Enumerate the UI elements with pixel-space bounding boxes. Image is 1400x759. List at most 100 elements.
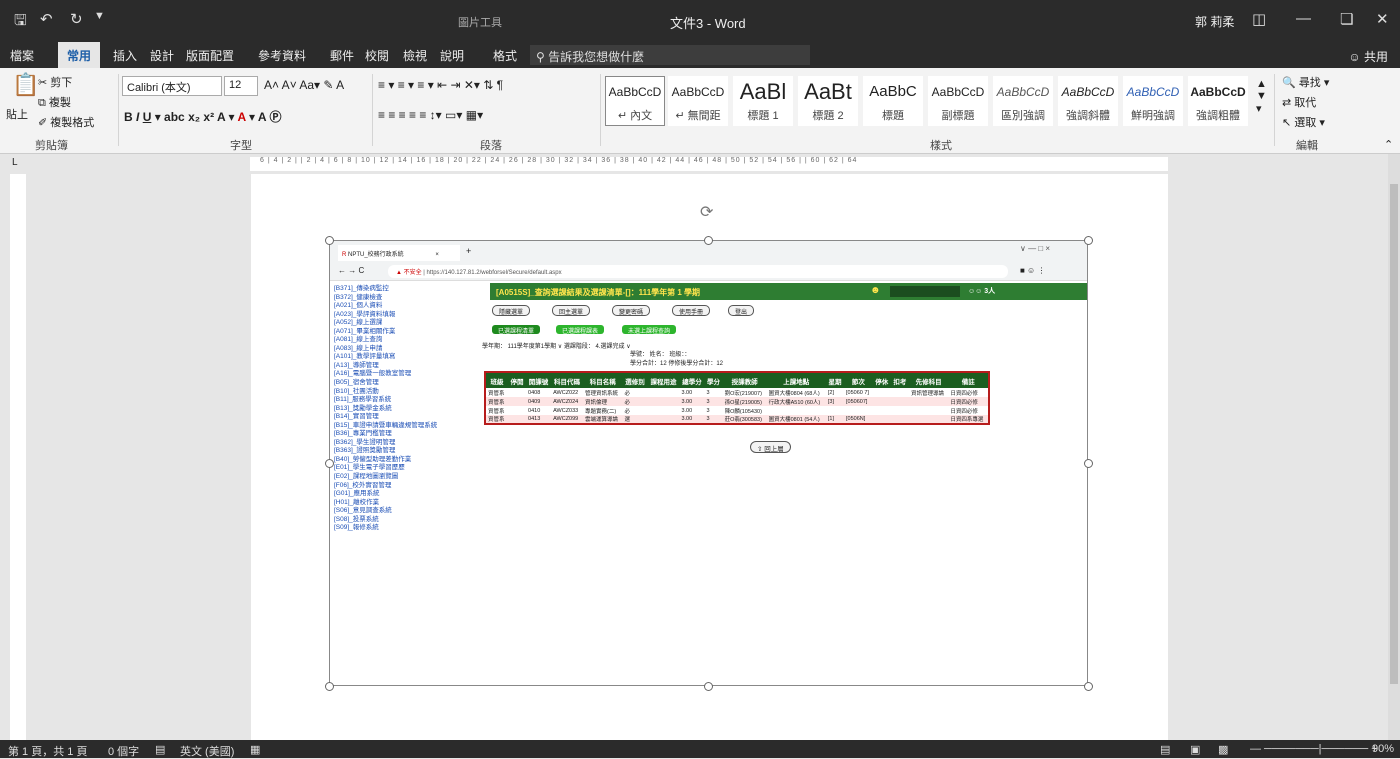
vertical-ruler[interactable] xyxy=(10,174,26,740)
nav-link[interactable]: [B13]_獎勵學金系統 xyxy=(334,405,484,414)
nav-link[interactable]: [A021]_個人資料 xyxy=(334,302,484,311)
read-mode-icon[interactable]: ▤ xyxy=(1160,743,1170,756)
proofing-icon[interactable]: ▤ xyxy=(155,743,165,756)
tab-design[interactable]: 設計 xyxy=(150,47,174,64)
styles-scroll-icon[interactable]: ▲ ▼ ▾ xyxy=(1256,78,1267,115)
style-normal[interactable]: AaBbCcD ↵ 內文 xyxy=(605,76,665,126)
font-size-select[interactable]: 12 xyxy=(224,76,258,96)
nav-link[interactable]: [S09]_報修系統 xyxy=(334,524,484,533)
resize-handle[interactable] xyxy=(1084,459,1093,468)
tab-layout[interactable]: 版面配置 xyxy=(186,47,234,64)
style-subtle-emphasis[interactable]: AaBbCcD 區別強調 xyxy=(993,76,1053,126)
page-count[interactable]: 第 1 頁，共 1 頁 xyxy=(8,743,87,759)
tab-home[interactable]: 常用 xyxy=(58,42,101,68)
resize-handle[interactable] xyxy=(325,682,334,691)
tab-close-icon[interactable]: × xyxy=(435,252,439,258)
save-icon[interactable]: 🖫 xyxy=(14,10,27,35)
tab-review[interactable]: 校閱 xyxy=(365,47,389,64)
browser-tab[interactable]: R NPTU_校務行政系統 × xyxy=(338,245,460,261)
resize-handle[interactable] xyxy=(1084,236,1093,245)
profile-icon[interactable]: ■ ☺ ⋮ xyxy=(1020,266,1045,275)
maximize-icon[interactable]: ❏ xyxy=(1340,10,1353,28)
tab-selector-icon[interactable]: L xyxy=(12,157,18,168)
hide-menu-button[interactable]: 隱藏選單 xyxy=(492,305,531,316)
paste-button[interactable]: 貼上 xyxy=(6,106,28,122)
font-format-row[interactable]: B I U ▾ abc x₂ x² A ▾ A ▾ A Ⓟ xyxy=(124,108,281,125)
inserted-picture[interactable]: R NPTU_校務行政系統 × + ← → C ▲ 不安全 | https://… xyxy=(329,240,1088,686)
resize-handle[interactable] xyxy=(704,236,713,245)
nav-link[interactable]: [B372]_健康檢查 xyxy=(334,294,484,303)
minimize-icon[interactable]: — xyxy=(1296,10,1311,27)
find-button[interactable]: 🔍 尋找 ▾ xyxy=(1282,74,1329,90)
nav-link[interactable]: [A052]_線上選課 xyxy=(334,319,484,328)
tab-help[interactable]: 說明 xyxy=(440,47,464,64)
nav-link[interactable]: [B14]_實習管理 xyxy=(334,413,484,422)
copy-button[interactable]: ⧉ 複製 xyxy=(38,94,71,110)
nav-link[interactable]: [B10]_社團活動 xyxy=(334,388,484,397)
undo-icon[interactable]: ↶ xyxy=(40,10,53,28)
zoom-level[interactable]: 90% xyxy=(1372,743,1394,755)
redo-icon[interactable]: ↻ xyxy=(70,10,83,28)
customize-qat-icon[interactable]: ▼ xyxy=(94,10,105,22)
resize-handle[interactable] xyxy=(1084,682,1093,691)
collapse-ribbon-icon[interactable]: ⌃ xyxy=(1384,138,1393,151)
nav-link[interactable]: [H01]_離校作業 xyxy=(334,499,484,508)
back-button[interactable]: ⇧ 回上層 xyxy=(750,441,791,453)
style-subtitle[interactable]: AaBbCcD 副標題 xyxy=(928,76,988,126)
paste-icon[interactable]: 📋 xyxy=(12,72,39,98)
style-intense-emphasis[interactable]: AaBbCcD 鮮明強調 xyxy=(1123,76,1183,126)
nav-link[interactable]: [A16]_電腦暨一般教室管理 xyxy=(334,370,484,379)
term-filter[interactable]: 學年期： 111學年度第1學期 ∨ 選課階段： 4.選課完成 ∨ xyxy=(482,341,631,350)
nav-link[interactable]: [A023]_學評資料填報 xyxy=(334,311,484,320)
cut-button[interactable]: ✂ 剪下 xyxy=(38,74,72,90)
nav-link[interactable]: [G01]_應用系統 xyxy=(334,490,484,499)
select-button[interactable]: ↖ 選取 ▾ xyxy=(1282,114,1325,130)
nav-link[interactable]: [A071]_畢業相關作業 xyxy=(334,328,484,337)
close-icon[interactable]: ✕ xyxy=(1376,10,1389,28)
zoom-slider[interactable]: — ───────|────── + xyxy=(1250,743,1378,755)
tab-references[interactable]: 參考資料 xyxy=(258,47,306,64)
tab-course-schedule[interactable]: 已選課程課表 xyxy=(556,325,605,335)
resize-handle[interactable] xyxy=(325,236,334,245)
format-painter-button[interactable]: ✐ 複製格式 xyxy=(38,114,94,130)
alignment-buttons[interactable]: ≡ ≡ ≡ ≡ ≡ ↕▾ ▭▾ ▦▾ xyxy=(378,108,483,122)
change-password-button[interactable]: 變更密碼 xyxy=(612,305,651,316)
nav-link[interactable]: [E02]_課程地圖瀏覽圖 xyxy=(334,473,484,482)
new-tab-icon[interactable]: + xyxy=(466,246,471,256)
nav-link[interactable]: [S06]_意見調查系統 xyxy=(334,507,484,516)
replace-button[interactable]: ⇄ 取代 xyxy=(1282,94,1316,110)
font-tools-row[interactable]: A˄ A˅ Aa▾ ✎ A xyxy=(264,78,344,92)
horizontal-ruler[interactable]: L 6 | 4 | 2 | | 2 | 4 | 6 | 8 | 10 | 12 … xyxy=(0,154,1400,174)
nav-link[interactable]: [A101]_教學評量填寫 xyxy=(334,353,484,362)
language[interactable]: 英文 (美國) xyxy=(180,743,234,759)
address-bar[interactable]: ▲ 不安全 | https://140.127.81.2/webforsel/S… xyxy=(388,265,1008,278)
list-buttons[interactable]: ≡ ▾ ≡ ▾ ≡ ▾ ⇤ ⇥ ✕▾ ⇅ ¶ xyxy=(378,78,503,92)
nav-link[interactable]: [B363]_證照獎勵管理 xyxy=(334,447,484,456)
style-heading-1[interactable]: AaBl 標題 1 xyxy=(733,76,793,126)
browser-window-controls[interactable]: ∨ — □ × xyxy=(1020,244,1050,253)
tab-mailings[interactable]: 郵件 xyxy=(330,47,354,64)
user-manual-button[interactable]: 使用手冊 xyxy=(672,305,711,316)
style-strong[interactable]: AaBbCcD 強調粗體 xyxy=(1188,76,1248,126)
share-button[interactable]: ☺ 共用 xyxy=(1348,48,1388,65)
web-layout-icon[interactable]: ▩ xyxy=(1218,743,1228,756)
main-menu-button[interactable]: 回主選單 xyxy=(552,305,591,316)
nav-link[interactable]: [B371]_傳染病監控 xyxy=(334,285,484,294)
rotate-handle-icon[interactable]: ⟳ xyxy=(700,202,713,222)
nav-link[interactable]: [B05]_宿舍管理 xyxy=(334,379,484,388)
nav-link[interactable]: [B15]_車證申請暨車輛違規管理系統 xyxy=(334,422,484,431)
nav-arrows-icon[interactable]: ← → C xyxy=(338,266,364,275)
tab-view[interactable]: 檢視 xyxy=(403,47,427,64)
tab-unselected-courses[interactable]: 未選上課程查詢 xyxy=(622,325,677,335)
tab-insert[interactable]: 插入 xyxy=(113,47,137,64)
logout-button[interactable]: 登出 xyxy=(728,305,755,316)
scrollbar-thumb[interactable] xyxy=(1390,184,1398,684)
ribbon-display-icon[interactable]: ◫ xyxy=(1252,10,1266,28)
word-count[interactable]: 0 個字 xyxy=(108,743,139,759)
style-heading-2[interactable]: AaBt 標題 2 xyxy=(798,76,858,126)
style-no-spacing[interactable]: AaBbCcD ↵ 無間距 xyxy=(668,76,728,126)
font-name-select[interactable]: Calibri (本文) xyxy=(122,76,222,96)
tell-me-search[interactable]: ⚲ 告訴我您想做什麼 xyxy=(530,45,810,65)
nav-link[interactable]: [B36]_專業門檻管理 xyxy=(334,430,484,439)
resize-handle[interactable] xyxy=(704,682,713,691)
